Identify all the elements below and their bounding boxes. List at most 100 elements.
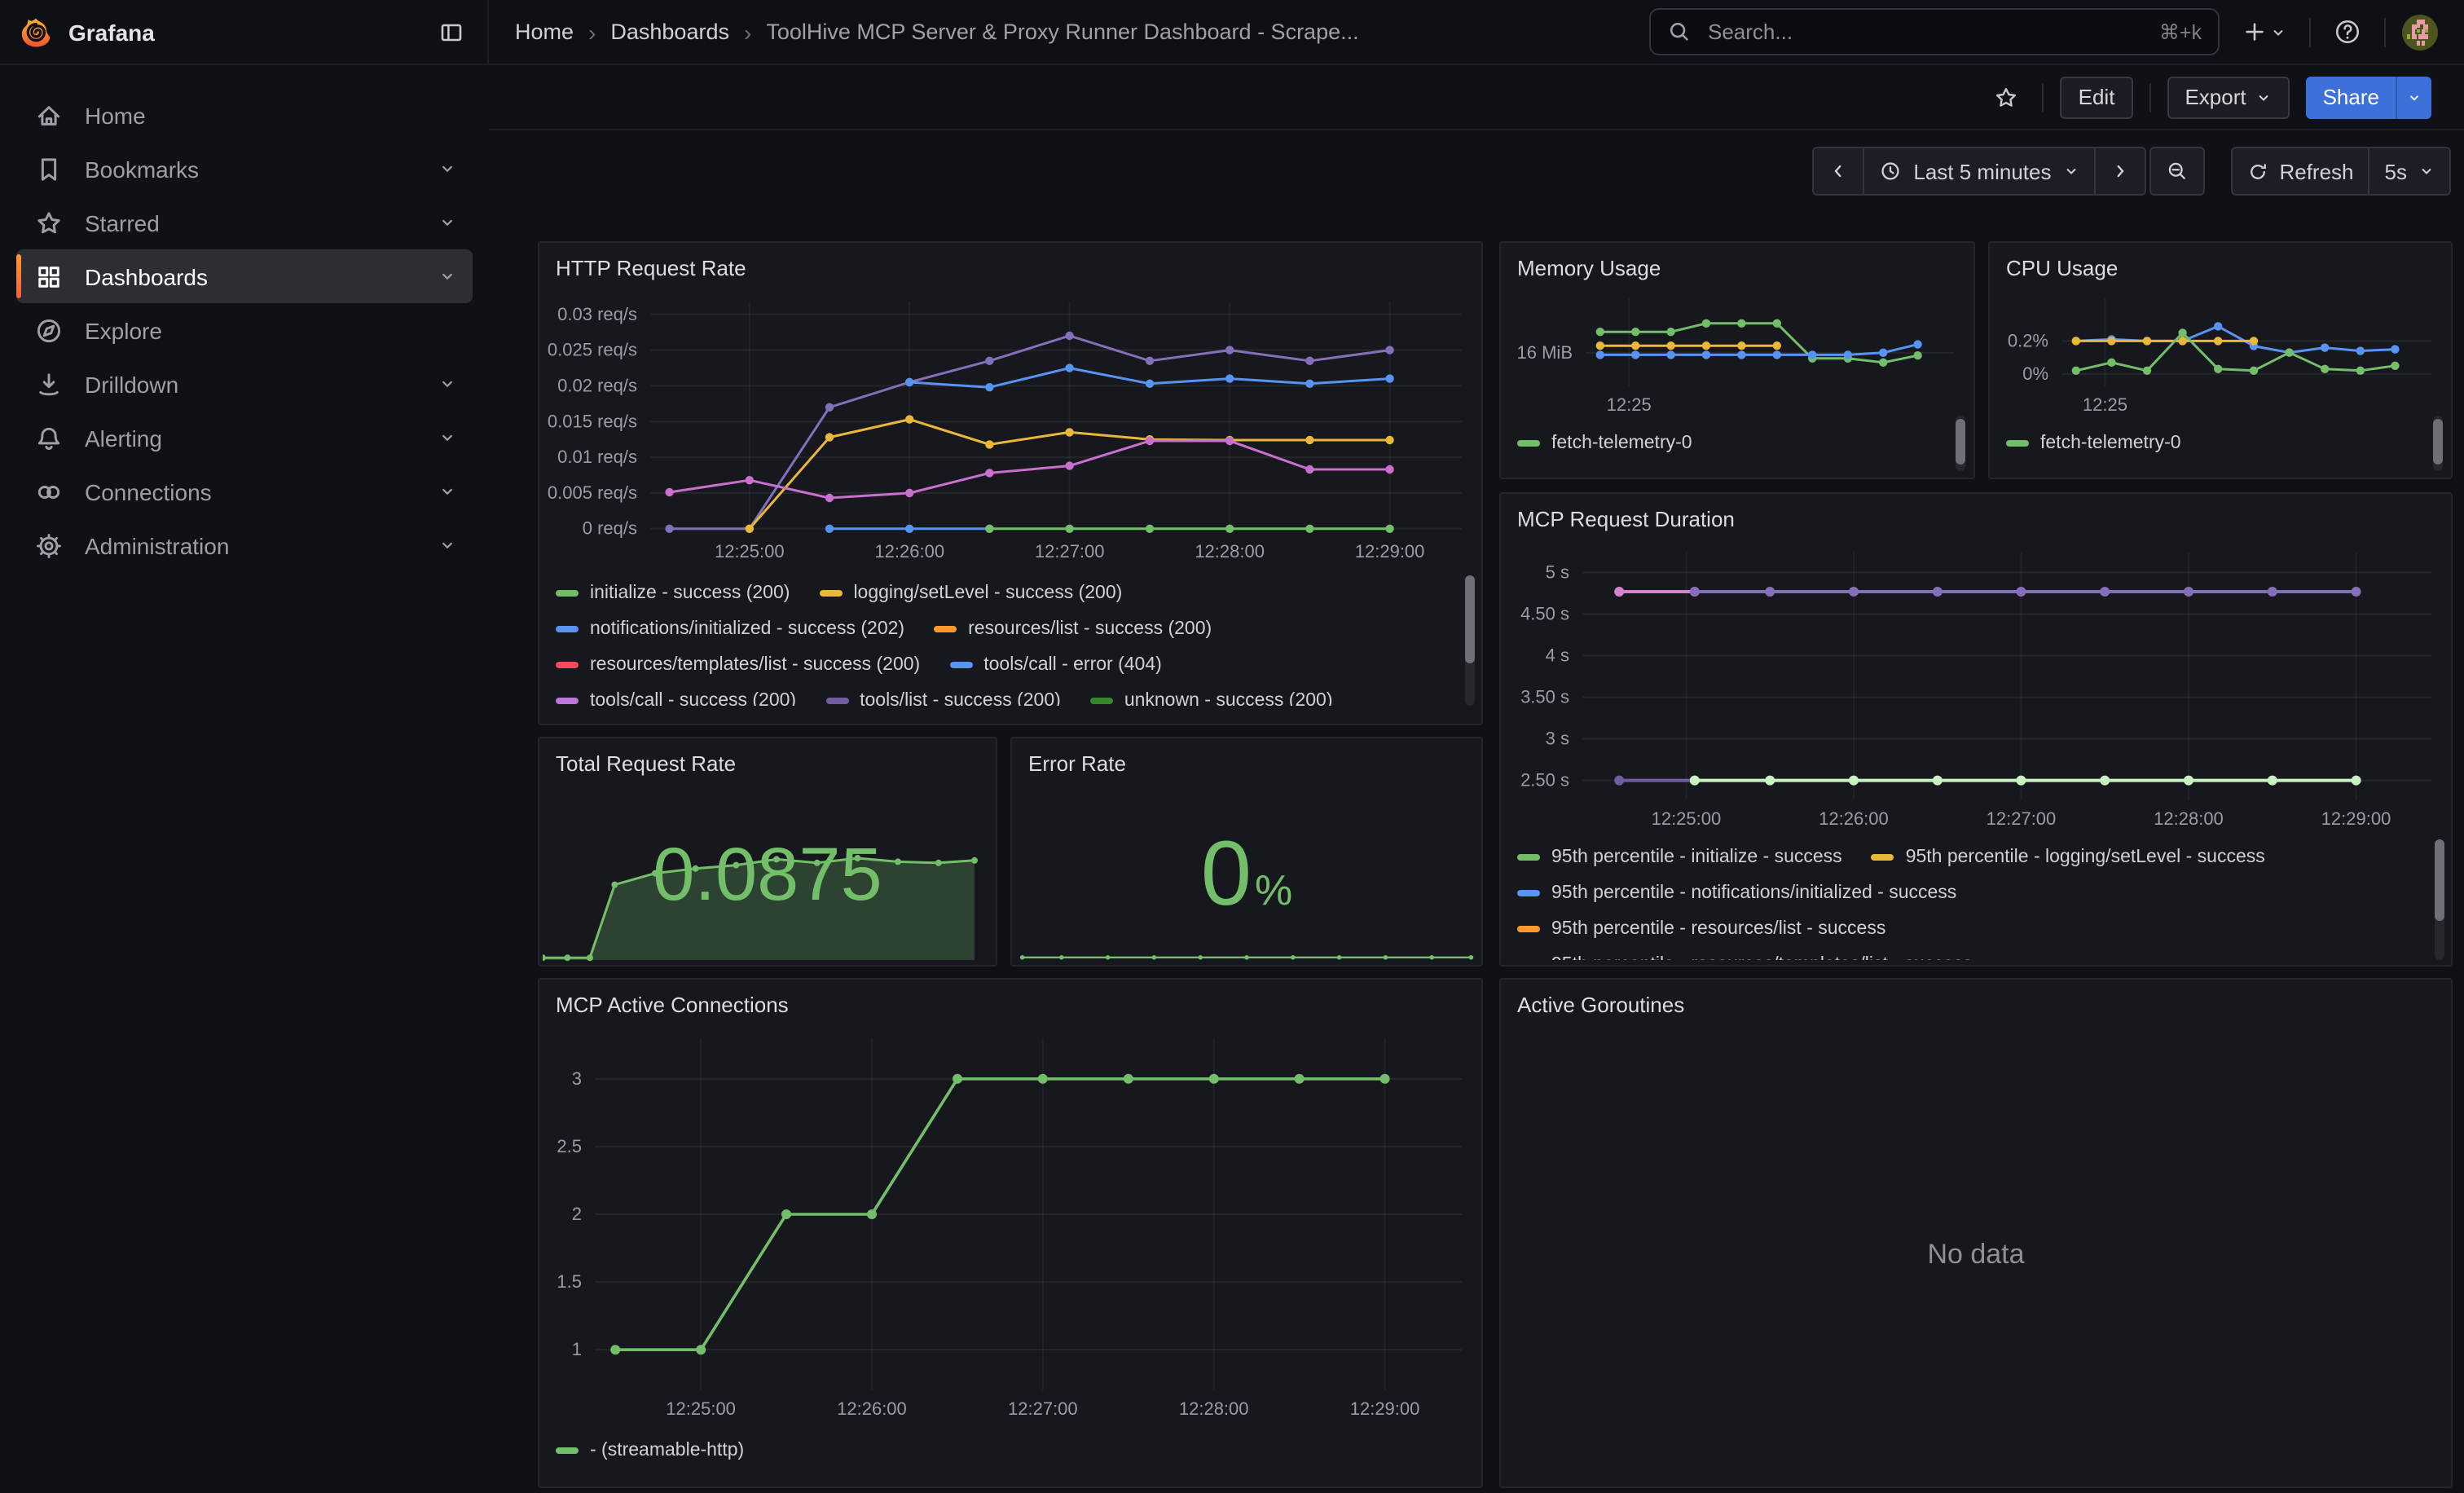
panel-title[interactable]: MCP Active Connections [539, 980, 1481, 1017]
add-button[interactable] [2236, 13, 2293, 51]
memory-usage-legend: fetch-telemetry-0 [1517, 425, 1951, 468]
legend-item[interactable]: 95th percentile - initialize - success [1517, 848, 1842, 867]
legend-swatch [556, 1447, 579, 1454]
legend-item[interactable]: fetch-telemetry-0 [2006, 434, 2181, 453]
edit-button[interactable]: Edit [2061, 76, 2133, 118]
breadcrumb-home[interactable]: Home [515, 20, 574, 44]
sidebar-item-explore[interactable]: Explore [16, 303, 473, 357]
legend-item[interactable]: tools/call - error (404) [949, 655, 1162, 675]
sidebar-item-administration[interactable]: Administration [16, 518, 473, 572]
chevron-down-icon[interactable] [438, 160, 456, 178]
stat-value: 0% [1201, 820, 1293, 926]
legend-item[interactable]: 95th percentile - logging/setLevel - suc… [1872, 848, 2265, 867]
share-menu-caret-icon[interactable] [2396, 76, 2431, 118]
time-forward-icon[interactable] [2095, 147, 2145, 196]
chevron-down-icon[interactable] [438, 214, 456, 231]
legend-label: tools/call - error (404) [983, 655, 1162, 675]
drilldown-icon [33, 369, 65, 399]
svg-text:12:29:00: 12:29:00 [2321, 808, 2391, 829]
time-controls: Last 5 minutes [1812, 147, 2451, 196]
panel-title[interactable]: Error Rate [1012, 738, 1481, 776]
search-box[interactable]: ⌘+k [1649, 8, 2220, 55]
legend-item[interactable]: 95th percentile - resources/list - succe… [1517, 919, 1885, 939]
http-request-rate-plot[interactable]: 0 req/s0.005 req/s0.01 req/s0.015 req/s0… [546, 292, 1475, 566]
legend-label: logging/setLevel - success (200) [853, 584, 1122, 603]
sidebar-item-dashboards[interactable]: Dashboards [16, 249, 473, 303]
sidebar-item-alerting[interactable]: Alerting [16, 411, 473, 465]
legend-item[interactable]: tools/list - success (200) [825, 691, 1061, 706]
search-shortcut: ⌘+k [2159, 20, 2202, 44]
zoom-out-icon[interactable] [2149, 147, 2204, 196]
legend-swatch [2006, 440, 2029, 447]
nav-right: ⌘+k [1649, 8, 2464, 55]
panel-title[interactable]: Total Request Rate [539, 738, 996, 776]
nav-left: Grafana [0, 0, 489, 64]
panel-title[interactable]: HTTP Request Rate [539, 243, 1481, 280]
legend-scrollbar[interactable] [2435, 839, 2444, 960]
legend-scrollbar[interactable] [2433, 416, 2443, 471]
sidebar-toggle-icon[interactable] [432, 12, 471, 51]
memory-usage-plot[interactable]: 16 MiB12:25 [1507, 288, 1967, 419]
panel-memory-usage: Memory Usage 16 MiB12:25 fetch-telemetry… [1499, 241, 1975, 479]
legend-scrollbar[interactable] [1956, 416, 1965, 471]
svg-text:2.50 s: 2.50 s [1520, 770, 1569, 791]
legend-item[interactable]: 95th percentile - notifications/initiali… [1517, 883, 1956, 903]
time-back-icon[interactable] [1812, 147, 1864, 196]
legend-swatch [1517, 854, 1540, 861]
panel-title[interactable]: MCP Request Duration [1501, 494, 2451, 531]
export-label: Export [2185, 85, 2246, 109]
panel-title[interactable]: Active Goroutines [1501, 980, 2451, 1017]
legend-label: fetch-telemetry-0 [1551, 434, 1692, 453]
legend-item[interactable]: unknown - success (200) [1090, 691, 1333, 706]
sidebar-item-label: Bookmarks [85, 156, 199, 182]
panel-title[interactable]: CPU Usage [1990, 243, 2451, 280]
legend-item[interactable]: resources/templates/list - success (200) [556, 655, 920, 675]
legend-item[interactable]: logging/setLevel - success (200) [819, 584, 1122, 603]
legend-item[interactable]: - (streamable-http) [556, 1441, 744, 1460]
chevron-down-icon[interactable] [438, 482, 456, 500]
sidebar-item-starred[interactable]: Starred [16, 196, 473, 249]
legend-item[interactable]: notifications/initialized - success (202… [556, 619, 904, 639]
breadcrumb-current: ToolHive MCP Server & Proxy Runner Dashb… [766, 20, 1358, 44]
export-button[interactable]: Export [2167, 76, 2290, 118]
error-rate-sparkline[interactable] [1015, 942, 1478, 962]
sidebar-item-home[interactable]: Home [16, 88, 473, 142]
help-icon[interactable] [2327, 11, 2368, 52]
chevron-down-icon[interactable] [438, 267, 456, 285]
legend-label: notifications/initialized - success (202… [590, 619, 904, 639]
svg-text:4 s: 4 s [1546, 645, 1569, 665]
sidebar-item-connections[interactable]: Connections [16, 465, 473, 518]
chevron-down-icon[interactable] [438, 536, 456, 554]
share-button[interactable]: Share [2307, 76, 2396, 118]
refresh-button[interactable]: Refresh [2230, 147, 2369, 196]
panel-title[interactable]: Memory Usage [1501, 243, 1973, 280]
sidebar-item-bookmarks[interactable]: Bookmarks [16, 142, 473, 196]
panel-active-goroutines: Active Goroutines No data [1499, 978, 2453, 1488]
legend-item[interactable]: 95th percentile - resources/templates/li… [1517, 955, 1972, 960]
legend-item[interactable]: resources/list - success (200) [934, 619, 1212, 639]
star-dashboard-icon[interactable] [1987, 77, 2026, 117]
stat-value: 0.0875 [653, 829, 882, 917]
time-range-picker[interactable]: Last 5 minutes [1864, 147, 2095, 196]
svg-text:3 s: 3 s [1546, 729, 1569, 749]
rings-icon [33, 477, 65, 506]
refresh-interval-picker[interactable]: 5s [2370, 147, 2451, 196]
legend-item[interactable]: tools/call - success (200) [556, 691, 796, 706]
breadcrumb-dashboards[interactable]: Dashboards [610, 20, 729, 44]
toolbar-divider [2149, 82, 2150, 112]
user-avatar[interactable] [2402, 14, 2438, 50]
chevron-down-icon[interactable] [438, 375, 456, 393]
legend-item[interactable]: initialize - success (200) [556, 584, 790, 603]
chevron-down-icon[interactable] [438, 429, 456, 447]
sidebar-item-drilldown[interactable]: Drilldown [16, 357, 473, 411]
cpu-usage-plot[interactable]: 0%0.2%12:25 [1996, 288, 2444, 419]
legend-scrollbar[interactable] [1465, 575, 1475, 706]
mcp-active-connections-plot[interactable]: 11.522.5312:25:0012:26:0012:27:0012:28:0… [546, 1028, 1475, 1423]
sidebar: Home Bookmarks StarredDashboardsExploreDri… [0, 65, 489, 1493]
legend-swatch [1517, 890, 1540, 896]
legend-item[interactable]: fetch-telemetry-0 [1517, 434, 1692, 453]
mcp-request-duration-plot[interactable]: 2.50 s3 s3.50 s4 s4.50 s5 s12:25:0012:26… [1507, 543, 2444, 833]
search-input[interactable] [1705, 18, 2146, 46]
grafana-logo-icon[interactable] [20, 15, 52, 48]
svg-text:12:25:00: 12:25:00 [1652, 808, 1722, 829]
